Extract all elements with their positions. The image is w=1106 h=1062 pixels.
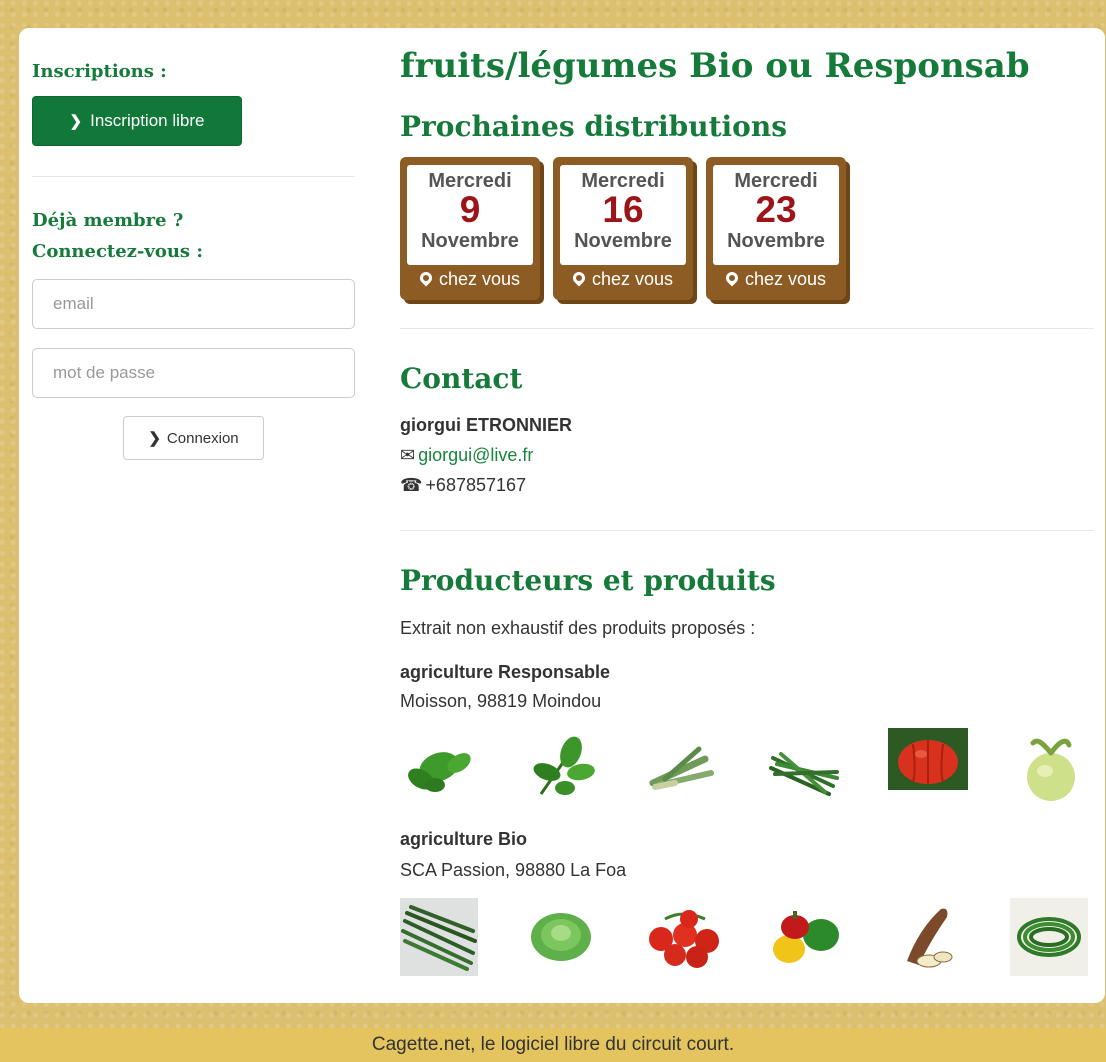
location-label: chez vous xyxy=(744,269,827,289)
calendar-date: Mercredi 23 Novembre xyxy=(713,165,839,265)
login-heading-1: Déjà membre ? xyxy=(32,210,184,231)
sidebar-divider xyxy=(32,176,355,177)
product-yam[interactable] xyxy=(888,898,966,976)
day-number: 23 xyxy=(755,189,797,230)
product-green-beans[interactable] xyxy=(400,898,478,976)
product-lettuce[interactable] xyxy=(522,898,600,976)
product-green-beans-bunch[interactable] xyxy=(766,730,844,808)
map-marker-icon xyxy=(723,269,741,287)
login-button[interactable]: ❯ Connexion xyxy=(123,416,264,460)
distribution-location: chez vous xyxy=(553,269,693,290)
product-lemongrass[interactable] xyxy=(644,730,722,808)
product-basil-sprig[interactable] xyxy=(522,730,600,808)
distribution-card[interactable]: Mercredi 16 Novembre chez vous xyxy=(553,157,693,300)
day-number: 9 xyxy=(459,189,481,230)
content-card: Inscriptions : ❯ Inscription libre Déjà … xyxy=(19,28,1105,1003)
product-long-beans[interactable] xyxy=(1010,898,1088,976)
product-basil-leaves[interactable] xyxy=(400,730,478,808)
contact-phone: +687857167 xyxy=(425,475,527,495)
producer-name: agriculture Responsable xyxy=(400,662,611,682)
day-number: 16 xyxy=(602,189,644,230)
contact-email-row: ✉ giorgui@live.fr xyxy=(400,445,533,466)
login-button-label: Connexion xyxy=(166,429,239,447)
location-label: chez vous xyxy=(591,269,674,289)
product-tomato[interactable] xyxy=(888,728,968,790)
contact-name: giorgui ETRONNIER xyxy=(400,415,572,435)
producers-heading: Producteurs et produits xyxy=(400,564,776,597)
signup-heading: Inscriptions : xyxy=(32,61,167,82)
contact-email-link[interactable]: giorgui@live.fr xyxy=(418,445,533,465)
login-heading-2: Connectez-vous : xyxy=(32,241,203,262)
product-kohlrabi[interactable] xyxy=(1010,730,1088,808)
producers-intro: Extrait non exhaustif des produits propo… xyxy=(400,618,756,638)
distribution-location: chez vous xyxy=(706,269,846,290)
distribution-card[interactable]: Mercredi 9 Novembre chez vous xyxy=(400,157,540,300)
location-label: chez vous xyxy=(438,269,521,289)
producer-address: SCA Passion, 98880 La Foa xyxy=(400,860,627,880)
signup-button-label: Inscription libre xyxy=(90,111,205,130)
month: Novembre xyxy=(574,230,672,252)
footer: Cagette.net, le logiciel libre du circui… xyxy=(0,1028,1106,1062)
map-marker-icon xyxy=(417,269,435,287)
product-cherry-tomatoes[interactable] xyxy=(644,898,722,976)
distribution-card[interactable]: Mercredi 23 Novembre chez vous xyxy=(706,157,846,300)
month: Novembre xyxy=(421,230,519,252)
chevron-right-icon: ❯ xyxy=(69,113,83,130)
signup-button[interactable]: ❯ Inscription libre xyxy=(32,96,242,146)
phone-icon: ☎ xyxy=(400,475,423,495)
map-marker-icon xyxy=(570,269,588,287)
password-input[interactable] xyxy=(32,348,355,398)
distributions-heading: Prochaines distributions xyxy=(400,110,787,143)
producer-address: Moisson, 98819 Moindou xyxy=(400,691,602,711)
calendar-date: Mercredi 9 Novembre xyxy=(407,165,533,265)
contact-phone-row: ☎ +687857167 xyxy=(400,475,526,496)
contact-heading: Contact xyxy=(400,362,523,395)
distribution-location: chez vous xyxy=(400,269,540,290)
chevron-right-icon: ❯ xyxy=(148,430,161,447)
product-bell-peppers[interactable] xyxy=(766,898,844,976)
envelope-icon: ✉ xyxy=(400,445,416,465)
producer-name: agriculture Bio xyxy=(400,829,528,849)
page-title: fruits/légumes Bio ou Responsab xyxy=(400,46,1030,86)
section-divider xyxy=(400,530,1094,531)
email-input[interactable] xyxy=(32,279,355,329)
month: Novembre xyxy=(727,230,825,252)
calendar-date: Mercredi 16 Novembre xyxy=(560,165,686,265)
section-divider xyxy=(400,328,1094,329)
